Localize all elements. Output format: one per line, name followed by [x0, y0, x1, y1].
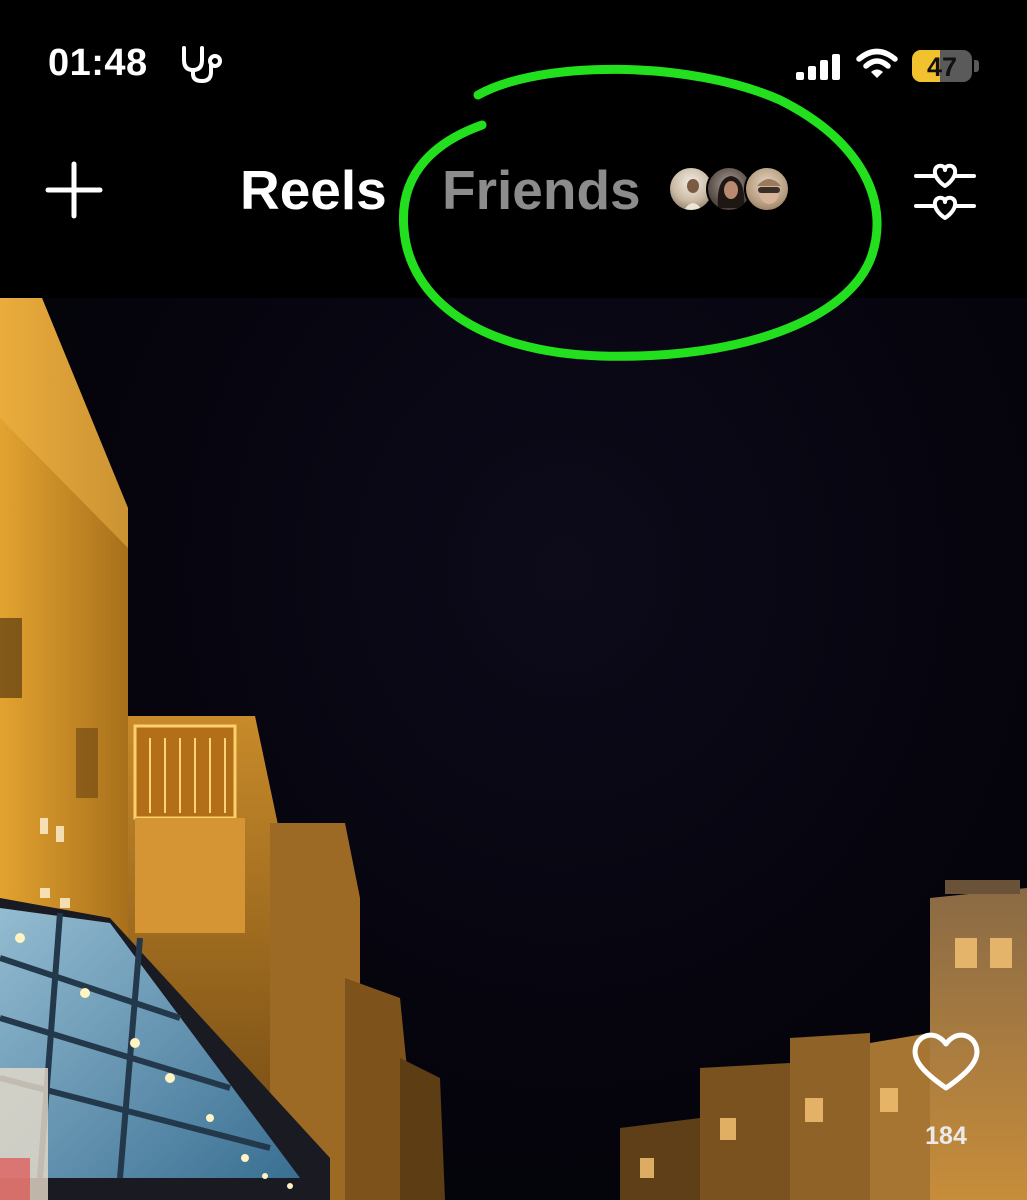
street-scene-image	[0, 298, 1027, 1200]
wifi-icon	[856, 48, 898, 78]
friend-avatars[interactable]	[668, 166, 792, 214]
battery-percentage: 47	[926, 52, 958, 82]
like-count: 184	[925, 1122, 967, 1150]
reel-video[interactable]	[0, 298, 1027, 1200]
tab-reels[interactable]: Reels	[240, 158, 387, 222]
heart-outline-icon[interactable]	[910, 1028, 982, 1094]
stethoscope-icon	[182, 46, 222, 84]
status-bar: 01:48 47	[0, 0, 1027, 110]
friend-avatar-3	[744, 166, 790, 212]
tab-friends[interactable]: Friends	[442, 158, 641, 222]
plus-icon[interactable]	[44, 160, 104, 220]
status-time: 01:48	[48, 42, 148, 84]
battery-indicator: 47	[912, 50, 972, 82]
battery-nub	[974, 60, 979, 72]
heart-sliders-icon[interactable]	[912, 160, 978, 222]
reels-header: Reels Friends	[0, 120, 1027, 300]
cellular-signal-icon	[796, 54, 840, 80]
